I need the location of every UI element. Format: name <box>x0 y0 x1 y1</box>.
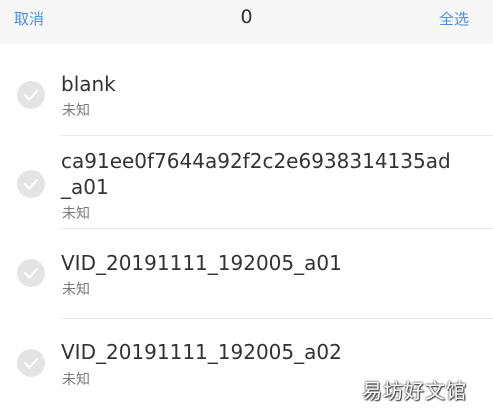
item-subtitle: 未知 <box>62 103 90 119</box>
checkbox[interactable] <box>17 170 45 198</box>
list-item[interactable]: blank 未知 <box>0 44 493 136</box>
item-title: ca91ee0f7644a92f2c2e6938314135ad <box>61 149 451 173</box>
select-all-button[interactable]: 全选 <box>439 8 469 29</box>
item-subtitle: 未知 <box>62 372 90 388</box>
checkbox[interactable] <box>17 259 45 287</box>
checkbox[interactable] <box>17 81 45 109</box>
checkmark-icon <box>24 179 38 190</box>
selected-count: 0 <box>240 6 253 28</box>
checkmark-icon <box>24 90 38 101</box>
checkmark-icon <box>24 268 38 279</box>
item-title-continuation: _a01 <box>61 175 109 199</box>
checkbox[interactable] <box>17 349 45 377</box>
list-item[interactable]: VID_20191111_192005_a01 未知 <box>0 229 493 319</box>
watermark: 易坊好文馆 <box>362 379 467 403</box>
checkmark-icon <box>24 358 38 369</box>
list-item[interactable]: ca91ee0f7644a92f2c2e6938314135ad _a01 未知 <box>0 136 493 229</box>
file-list: blank 未知 ca91ee0f7644a92f2c2e6938314135a… <box>0 44 493 412</box>
item-title: VID_20191111_192005_a01 <box>61 251 342 275</box>
top-action-bar: 取消 0 全选 <box>0 0 493 44</box>
item-title: VID_20191111_192005_a02 <box>61 340 342 364</box>
item-title: blank <box>61 72 116 96</box>
item-subtitle: 未知 <box>62 282 90 298</box>
item-subtitle: 未知 <box>62 206 90 222</box>
